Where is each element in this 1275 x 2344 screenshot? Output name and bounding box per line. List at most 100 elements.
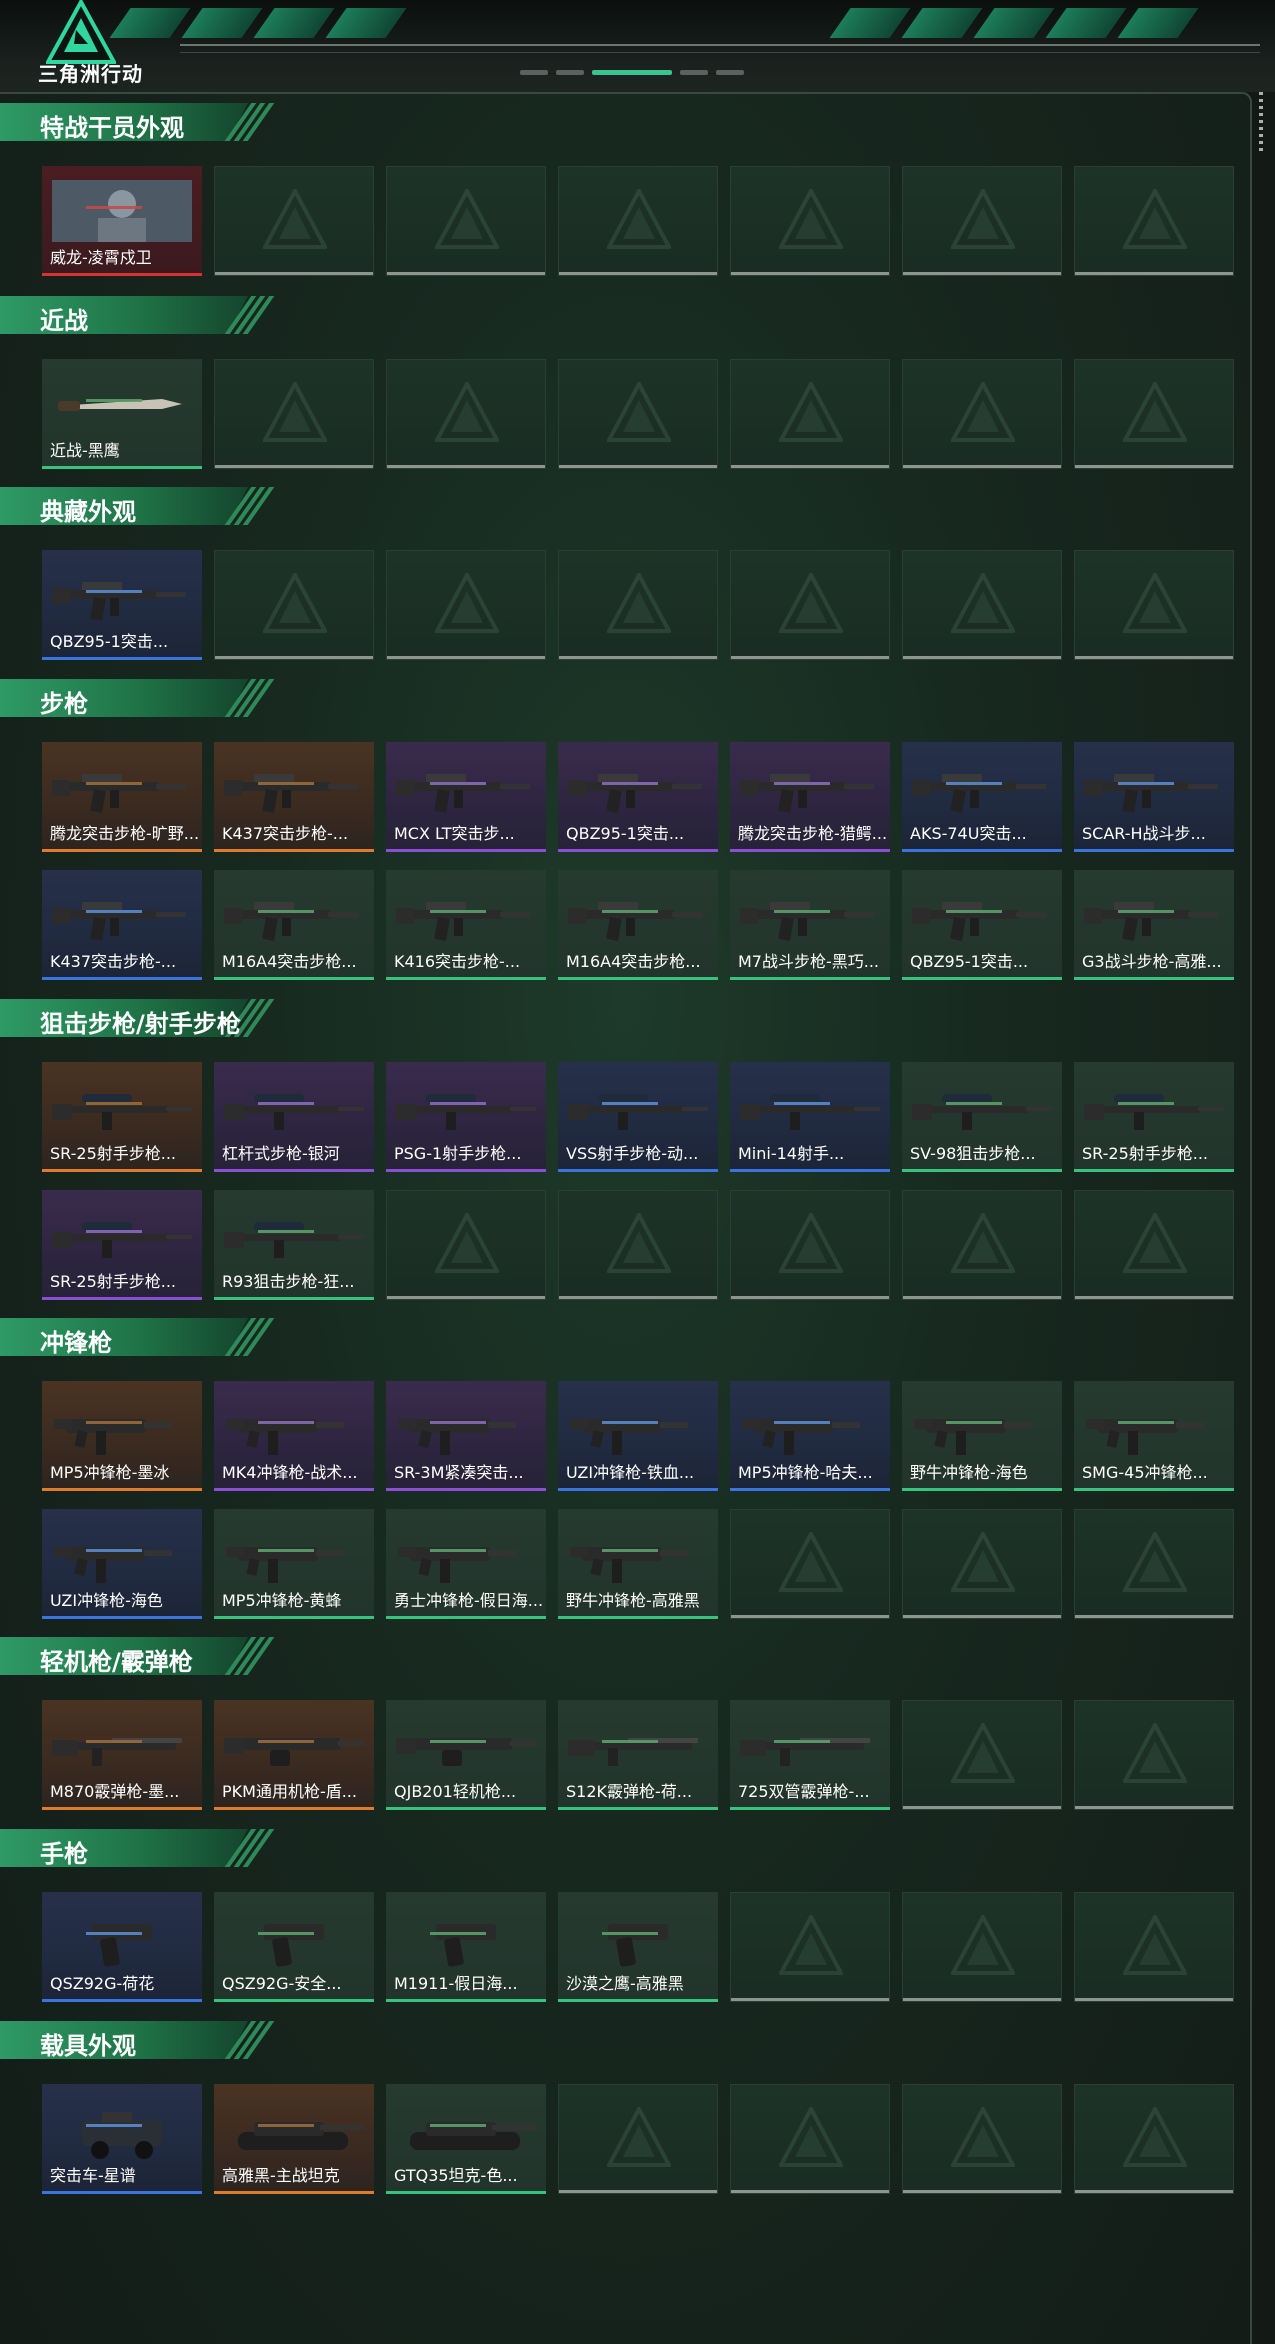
item-card[interactable]: 威龙-凌霄戍卫 <box>42 166 202 276</box>
item-label: QBZ95-1突击... <box>566 824 685 843</box>
lmg-icon <box>224 1738 364 1766</box>
item-card[interactable]: 腾龙突击步枪-猎鳄... <box>730 742 890 852</box>
item-label: SR-25射手步枪... <box>50 1144 177 1163</box>
section-title: 载具外观 <box>40 2032 136 2060</box>
quality-bar <box>42 1297 202 1300</box>
delta-placeholder-icon <box>1123 1213 1187 1273</box>
quality-bar <box>730 977 890 980</box>
delta-placeholder-icon <box>951 1915 1015 1975</box>
item-card[interactable]: QBZ95-1突击... <box>42 550 202 660</box>
scrollbar[interactable] <box>1259 92 1263 152</box>
item-label: QSZ92G-安全... <box>222 1974 342 1993</box>
item-card[interactable]: S12K霰弹枪-荷... <box>558 1700 718 1810</box>
item-card[interactable]: MP5冲锋枪-黄蜂 <box>214 1509 374 1619</box>
item-card[interactable]: M7战斗步枪-黑巧... <box>730 870 890 980</box>
item-card[interactable]: UZI冲锋枪-铁血... <box>558 1381 718 1491</box>
rifle-icon <box>568 902 702 941</box>
app-logo-text: 三角洲行动 <box>38 62 143 86</box>
item-card[interactable]: QJB201轻机枪... <box>386 1700 546 1810</box>
item-card[interactable]: UZI冲锋枪-海色 <box>42 1509 202 1619</box>
quality-bar <box>558 977 718 980</box>
item-card[interactable]: QBZ95-1突击... <box>902 870 1062 980</box>
item-card[interactable]: MP5冲锋枪-墨冰 <box>42 1381 202 1491</box>
item-card[interactable]: M16A4突击步枪... <box>558 870 718 980</box>
item-card[interactable]: VSS射手步枪-动... <box>558 1062 718 1172</box>
slot-underline <box>731 1998 889 2001</box>
item-card[interactable]: MK4冲锋枪-战术... <box>214 1381 374 1491</box>
quality-bar <box>42 657 202 660</box>
item-label: SR-25射手步枪... <box>1082 1144 1209 1163</box>
slot-underline <box>1075 1615 1233 1618</box>
item-card[interactable]: GTQ35坦克-色... <box>386 2084 546 2194</box>
item-card[interactable]: QSZ92G-荷花 <box>42 1892 202 2002</box>
item-card[interactable]: R93狙击步枪-狂... <box>214 1190 374 1300</box>
section-header: 典藏外观 <box>0 484 280 528</box>
item-card[interactable]: 沙漠之鹰-高雅黑 <box>558 1892 718 2002</box>
item-card[interactable]: 突击车-星谱 <box>42 2084 202 2194</box>
quality-bar <box>214 1807 374 1810</box>
item-card[interactable]: QSZ92G-安全... <box>214 1892 374 2002</box>
item-label: G3战斗步枪-高雅... <box>1082 952 1222 971</box>
section-title: 冲锋枪 <box>40 1329 112 1357</box>
delta-placeholder-icon <box>951 573 1015 633</box>
item-card[interactable]: 高雅黑-主战坦克 <box>214 2084 374 2194</box>
item-card[interactable]: SMG-45冲锋枪... <box>1074 1381 1234 1491</box>
item-card[interactable]: 725双管霰弹枪-... <box>730 1700 890 1810</box>
item-card[interactable]: G3战斗步枪-高雅... <box>1074 870 1234 980</box>
sniper-icon <box>568 1094 708 1130</box>
empty-slot <box>558 2084 718 2194</box>
delta-placeholder-icon <box>1123 382 1187 442</box>
slot-underline <box>1075 465 1233 468</box>
quality-bar <box>42 849 202 852</box>
item-card[interactable]: 勇士冲锋枪-假日海... <box>386 1509 546 1619</box>
item-card[interactable]: M16A4突击步枪... <box>214 870 374 980</box>
item-label: SR-3M紧凑突击... <box>394 1463 524 1482</box>
empty-slot <box>730 1190 890 1300</box>
empty-slot <box>902 359 1062 469</box>
smg-icon <box>54 1419 172 1455</box>
quality-bar <box>214 1169 374 1172</box>
delta-placeholder-icon <box>779 382 843 442</box>
slot-underline <box>903 2190 1061 2193</box>
item-card[interactable]: PKM通用机枪-盾... <box>214 1700 374 1810</box>
item-card[interactable]: SR-25射手步枪... <box>42 1062 202 1172</box>
item-card[interactable]: K437突击步枪-... <box>214 742 374 852</box>
item-card[interactable]: SR-25射手步枪... <box>42 1190 202 1300</box>
item-card[interactable]: QBZ95-1突击... <box>558 742 718 852</box>
section-header: 手枪 <box>0 1826 280 1870</box>
quality-bar <box>214 849 374 852</box>
item-card[interactable]: Mini-14射手... <box>730 1062 890 1172</box>
item-card[interactable]: MCX LT突击步... <box>386 742 546 852</box>
item-card[interactable]: 近战-黑鹰 <box>42 359 202 469</box>
sniper-icon <box>224 1094 364 1130</box>
pistol-icon <box>86 1924 152 1967</box>
smg-icon <box>54 1547 172 1583</box>
item-card[interactable]: K437突击步枪-... <box>42 870 202 980</box>
item-card[interactable]: MP5冲锋枪-哈夫... <box>730 1381 890 1491</box>
item-card[interactable]: AKS-74U突击... <box>902 742 1062 852</box>
sniper-icon <box>396 1094 536 1130</box>
item-card[interactable]: SCAR-H战斗步... <box>1074 742 1234 852</box>
item-card[interactable]: SV-98狙击步枪... <box>902 1062 1062 1172</box>
quality-bar <box>42 466 202 469</box>
delta-placeholder-icon <box>779 1915 843 1975</box>
section-title: 狙击步枪/射手步枪 <box>40 1010 241 1038</box>
empty-slot <box>902 1700 1062 1810</box>
slot-underline <box>903 1615 1061 1618</box>
item-card[interactable]: 杠杆式步枪-银河 <box>214 1062 374 1172</box>
quality-bar <box>730 1807 890 1810</box>
item-card[interactable]: PSG-1射手步枪... <box>386 1062 546 1172</box>
item-card[interactable]: 野牛冲锋枪-高雅黑 <box>558 1509 718 1619</box>
empty-slot <box>386 166 546 276</box>
item-card[interactable]: 腾龙突击步枪-旷野... <box>42 742 202 852</box>
item-card[interactable]: SR-3M紧凑突击... <box>386 1381 546 1491</box>
section-title: 典藏外观 <box>40 498 136 526</box>
quality-bar <box>558 1169 718 1172</box>
item-card[interactable]: M1911-假日海... <box>386 1892 546 2002</box>
item-card[interactable]: SR-25射手步枪... <box>1074 1062 1234 1172</box>
page-indicator <box>520 60 760 75</box>
item-label: PKM通用机枪-盾... <box>222 1782 357 1801</box>
item-card[interactable]: 野牛冲锋枪-海色 <box>902 1381 1062 1491</box>
item-card[interactable]: M870霰弹枪-墨... <box>42 1700 202 1810</box>
item-card[interactable]: K416突击步枪-... <box>386 870 546 980</box>
